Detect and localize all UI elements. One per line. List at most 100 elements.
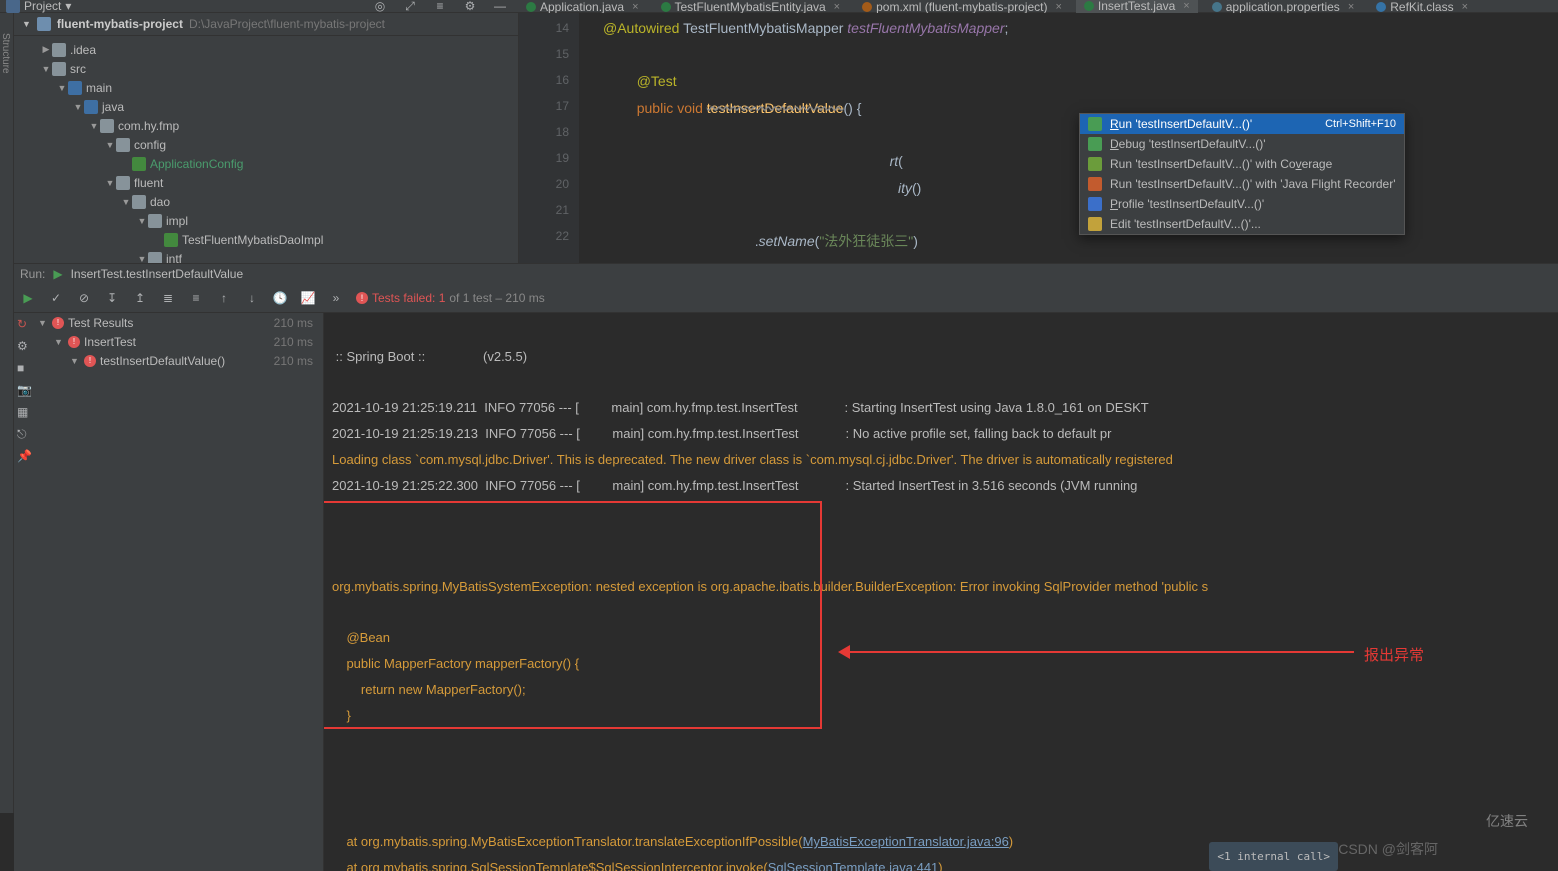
menu-item[interactable]: Edit 'testInsertDefaultV...()'... (1080, 214, 1404, 234)
toggle-ignore-icon[interactable]: ⊘ (76, 290, 92, 306)
close-icon[interactable]: × (1462, 1, 1468, 13)
tree-node[interactable]: config (14, 135, 518, 154)
exit-icon[interactable]: ⎋ (17, 427, 31, 441)
tree-arrow-icon[interactable] (40, 44, 52, 55)
tree-arrow-icon[interactable]: ▼ (54, 337, 64, 347)
sort2-icon[interactable]: ↥ (132, 290, 148, 306)
menu-label: Edit 'testInsertDefaultV...()'... (1110, 217, 1261, 231)
menu-item[interactable]: Profile 'testInsertDefaultV...()' (1080, 194, 1404, 214)
file-type-icon (526, 2, 536, 12)
line-number[interactable]: 17 (519, 93, 569, 119)
stop-icon[interactable]: ■ (17, 361, 31, 375)
dump-icon[interactable]: 📷 (17, 383, 31, 397)
tree-node[interactable]: impl (14, 211, 518, 230)
close-icon[interactable]: × (1183, 0, 1189, 12)
target-icon[interactable]: ◎ (372, 0, 388, 14)
up-icon[interactable]: ↑ (216, 290, 232, 306)
tree-node[interactable]: fluent (14, 173, 518, 192)
test-time: 210 ms (274, 335, 319, 349)
close-icon[interactable]: × (632, 1, 638, 13)
tree-arrow-icon[interactable]: ▼ (70, 356, 80, 366)
tree-arrow-icon[interactable] (72, 102, 84, 112)
tree-arrow-icon[interactable] (104, 178, 116, 188)
toggle-auto-icon[interactable]: ⚙ (17, 339, 31, 353)
tree-arrow-icon[interactable] (136, 254, 148, 264)
line-number[interactable]: 22 (519, 223, 569, 249)
expand-icon[interactable]: ⤢ (402, 0, 418, 14)
line-number[interactable]: 15 (519, 41, 569, 67)
stacktrace-link[interactable]: MyBatisExceptionTranslator.java:96 (803, 834, 1009, 849)
menu-icon (1088, 197, 1102, 211)
tree-node[interactable]: TestFluentMybatisDaoImpl (14, 230, 518, 249)
close-icon[interactable]: × (1348, 1, 1354, 13)
annotation: @Test (637, 73, 677, 89)
menu-item[interactable]: Run 'testInsertDefaultV...()' with 'Java… (1080, 174, 1404, 194)
line-number[interactable]: 21 (519, 197, 569, 223)
layout-icon[interactable]: ▦ (17, 405, 31, 419)
close-icon[interactable]: × (834, 1, 840, 13)
line-number[interactable]: 20 (519, 171, 569, 197)
more-icon[interactable]: » (328, 290, 344, 306)
sort-icon[interactable]: ↧ (104, 290, 120, 306)
tree-node[interactable]: dao (14, 192, 518, 211)
tree-label: src (70, 62, 86, 76)
tree-node[interactable]: java (14, 97, 518, 116)
tree-node[interactable]: .idea (14, 40, 518, 59)
run-label: Run: (20, 267, 45, 281)
line-number[interactable]: 19 (519, 145, 569, 171)
rerun-failed-icon[interactable]: ↻ (17, 317, 31, 331)
line-gutter: 141516171819202122 (519, 13, 579, 263)
internal-call-tag[interactable]: <1 internal call> (1209, 842, 1338, 871)
menu-item[interactable]: Run 'testInsertDefaultV...()'Ctrl+Shift+… (1080, 114, 1404, 134)
history-icon[interactable]: 🕓 (272, 290, 288, 306)
test-name: Test Results (68, 316, 133, 330)
tree-arrow-icon[interactable] (104, 140, 116, 150)
test-name: InsertTest (84, 335, 136, 349)
tree-arrow-icon[interactable] (136, 216, 148, 226)
tree-node[interactable]: src (14, 59, 518, 78)
tree-arrow-icon[interactable] (120, 197, 132, 207)
tree-node[interactable]: main (14, 78, 518, 97)
pin-icon[interactable]: 📌 (17, 449, 31, 463)
export-icon[interactable]: 📈 (300, 290, 316, 306)
line-number[interactable]: 18 (519, 119, 569, 145)
tree-arrow-icon[interactable] (40, 64, 52, 74)
tree-node[interactable]: com.hy.fmp (14, 116, 518, 135)
test-tree-item[interactable]: ▼!testInsertDefaultValue()210 ms (34, 351, 323, 370)
tree-arrow-icon[interactable] (88, 121, 100, 131)
left-rail: Structure (0, 13, 14, 813)
console-output[interactable]: :: Spring Boot :: (v2.5.5) 2021-10-19 21… (324, 313, 1558, 871)
tab-label: Application.java (540, 0, 624, 14)
run-config-name[interactable]: InsertTest.testInsertDefaultValue (71, 267, 244, 281)
tree-arrow-icon[interactable] (56, 83, 68, 93)
down-icon[interactable]: ↓ (244, 290, 260, 306)
code-editor[interactable]: 141516171819202122 @Autowired TestFluent… (519, 13, 1558, 263)
menu-item[interactable]: Run 'testInsertDefaultV...()' with Cover… (1080, 154, 1404, 174)
gear-icon[interactable]: ⚙ (462, 0, 478, 14)
tree-node[interactable]: intf (14, 249, 518, 263)
structure-label[interactable]: Structure (0, 33, 11, 74)
stacktrace-link[interactable]: SqlSessionTemplate.java:441 (768, 860, 939, 871)
line-number[interactable]: 16 (519, 67, 569, 93)
tree-arrow-icon[interactable]: ▼ (38, 318, 48, 328)
class-icon (132, 157, 146, 171)
rerun-icon[interactable]: ▶ (20, 290, 36, 306)
code-line: } (332, 708, 351, 723)
code-area[interactable]: @Autowired TestFluentMybatisMapper testF… (579, 13, 1558, 263)
hide-icon[interactable]: — (492, 0, 508, 14)
run-toolbar: ▶ ✓ ⊘ ↧ ↥ ≣ ≡ ↑ ↓ 🕓 📈 » ! Tests failed: … (14, 283, 1558, 313)
collapse-all-icon[interactable]: ≡ (188, 290, 204, 306)
test-tree-item[interactable]: ▼!InsertTest210 ms (34, 332, 323, 351)
menu-item[interactable]: Debug 'testInsertDefaultV...()' (1080, 134, 1404, 154)
status-rest: of 1 test – 210 ms (449, 291, 544, 305)
close-icon[interactable]: × (1055, 1, 1061, 13)
collapse-icon[interactable]: ≡ (432, 0, 448, 14)
test-tree-item[interactable]: ▼!Test Results210 ms (34, 313, 323, 332)
menu-label: Run 'testInsertDefaultV...()' with Cover… (1110, 157, 1332, 171)
project-selector[interactable]: Project ▾ (6, 0, 71, 13)
tree-node[interactable]: ApplicationConfig (14, 154, 518, 173)
expand-all-icon[interactable]: ≣ (160, 290, 176, 306)
toggle-pass-icon[interactable]: ✓ (48, 290, 64, 306)
project-root[interactable]: ▼ fluent-mybatis-project D:\JavaProject\… (14, 13, 518, 36)
line-number[interactable]: 14 (519, 15, 569, 41)
